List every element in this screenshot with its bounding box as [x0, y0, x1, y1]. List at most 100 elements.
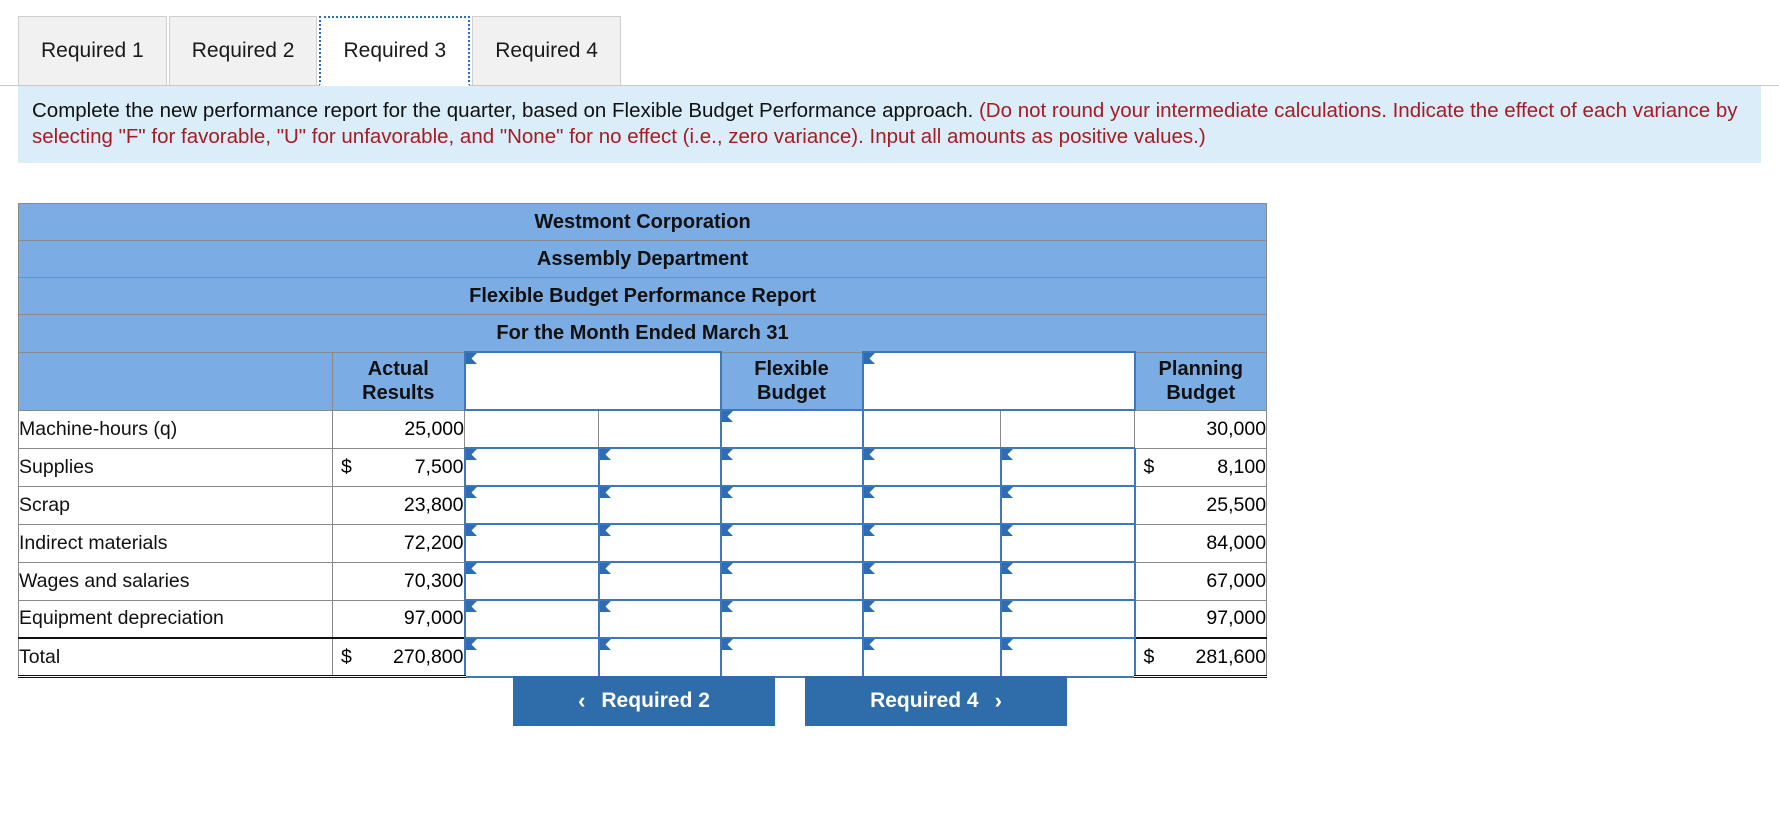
spending-variance-input[interactable] [861, 523, 1002, 563]
planning-budget-variance-input[interactable] [999, 485, 1136, 525]
flexible-budget-input[interactable] [719, 599, 864, 639]
dropdown-corner-icon [1001, 639, 1013, 650]
currency-symbol: $ [1143, 645, 1155, 668]
currency-symbol: $ [341, 455, 352, 478]
actual-results-value: 23,800 [332, 485, 465, 525]
actual-results-value: $270,800 [332, 637, 465, 678]
spending-variance-input[interactable] [861, 485, 1002, 525]
dropdown-corner-icon [599, 601, 611, 612]
dropdown-corner-icon [465, 353, 477, 364]
revenue-spending-input[interactable] [597, 485, 722, 525]
dropdown-corner-icon [465, 639, 477, 650]
value-text: 25,000 [404, 417, 464, 440]
dropdown-corner-icon [599, 563, 611, 574]
revenue-spending-input[interactable] [597, 599, 722, 639]
activity-variance-input[interactable] [463, 523, 600, 563]
planning-budget-variance-input[interactable] [999, 637, 1136, 678]
value-text: 97,000 [1206, 607, 1267, 630]
column-header-input-2[interactable] [861, 351, 1136, 411]
row-label: Equipment depreciation [18, 599, 333, 639]
dropdown-corner-icon [863, 639, 875, 650]
column-header-line2: Budget [757, 381, 826, 404]
activity-variance-input[interactable] [463, 637, 600, 678]
revenue-spending-input[interactable] [597, 447, 722, 487]
dropdown-corner-icon [863, 525, 875, 536]
activity-variance-input[interactable] [463, 561, 600, 601]
dropdown-corner-icon [721, 487, 733, 498]
value-text: 23,800 [403, 493, 464, 516]
spending-variance-input[interactable] [862, 409, 1001, 449]
planning-budget-value: 25,500 [1133, 485, 1268, 525]
column-header-actual-results: Actual Results [332, 351, 465, 411]
flexible-budget-input[interactable] [719, 637, 864, 678]
column-header-line1: Actual [367, 358, 429, 380]
report-period: For the Month Ended March 31 [17, 314, 1268, 353]
flexible-budget-performance-report: Westmont Corporation Assembly Department… [17, 203, 1268, 678]
dropdown-corner-icon [465, 449, 477, 460]
tab-required-4[interactable]: Required 4 [472, 16, 621, 86]
row-label: Machine-hours (q) [18, 409, 333, 449]
next-required-button[interactable]: Required 4 › [805, 676, 1067, 726]
planning-budget-variance-input[interactable] [999, 561, 1136, 601]
flexible-budget-input[interactable] [719, 561, 864, 601]
activity-variance-input[interactable] [464, 409, 599, 449]
dropdown-corner-icon [599, 449, 611, 460]
dropdown-corner-icon [599, 639, 611, 650]
previous-required-button[interactable]: ‹ Required 2 [513, 676, 775, 726]
planning-budget-variance-input[interactable] [1000, 409, 1135, 449]
currency-symbol: $ [341, 645, 352, 668]
value-text: 67,000 [1206, 569, 1267, 592]
column-header-blank [18, 351, 333, 411]
dropdown-corner-icon [465, 487, 477, 498]
flexible-budget-input[interactable] [719, 523, 864, 563]
flexible-budget-input[interactable] [719, 409, 864, 449]
column-header-planning-budget: Planning Budget [1133, 351, 1268, 411]
dropdown-corner-icon [465, 525, 477, 536]
tab-label: Required 4 [495, 39, 598, 62]
column-header-line1: Planning [1158, 358, 1243, 380]
activity-variance-input[interactable] [463, 447, 600, 487]
tab-required-3[interactable]: Required 3 [319, 16, 471, 86]
activity-variance-input[interactable] [463, 485, 600, 525]
report-title-row: For the Month Ended March 31 [17, 314, 1268, 353]
chevron-right-icon: › [994, 688, 1002, 713]
dropdown-corner-icon [863, 487, 875, 498]
report-type-name: Flexible Budget Performance Report [17, 277, 1268, 315]
next-required-label: Required 4 [870, 689, 979, 712]
planning-budget-variance-input[interactable] [999, 523, 1136, 563]
report-title-row: Assembly Department [17, 240, 1268, 278]
activity-variance-input[interactable] [463, 599, 600, 639]
tab-label: Required 1 [41, 39, 144, 62]
spending-variance-input[interactable] [861, 447, 1002, 487]
tab-required-2[interactable]: Required 2 [168, 16, 318, 86]
flexible-budget-input[interactable] [719, 485, 864, 525]
flexible-budget-input[interactable] [719, 447, 864, 487]
revenue-spending-input[interactable] [598, 409, 721, 449]
planning-budget-value: 30,000 [1133, 409, 1268, 449]
dropdown-corner-icon [721, 639, 733, 650]
spending-variance-input[interactable] [861, 637, 1002, 678]
dropdown-corner-icon [1001, 449, 1013, 460]
row-label: Scrap [18, 485, 333, 525]
spending-variance-input[interactable] [861, 599, 1002, 639]
table-row: Indirect materials 72,200 84,000 [18, 523, 1268, 563]
planning-budget-variance-input[interactable] [999, 599, 1136, 639]
dropdown-corner-icon [599, 525, 611, 536]
spending-variance-input[interactable] [861, 561, 1002, 601]
revenue-spending-input[interactable] [597, 523, 722, 563]
column-header-line2: Budget [1166, 382, 1236, 404]
actual-results-value: 97,000 [332, 599, 465, 639]
planning-budget-variance-input[interactable] [999, 447, 1136, 487]
column-header-line2: Results [362, 382, 435, 404]
actual-results-value: 70,300 [332, 561, 465, 601]
revenue-spending-input[interactable] [597, 561, 722, 601]
chevron-left-icon: ‹ [578, 688, 586, 713]
dropdown-corner-icon [721, 525, 733, 536]
table-row: Scrap 23,800 25,500 [18, 485, 1268, 525]
dropdown-corner-icon [863, 601, 875, 612]
column-header-input-1[interactable] [463, 351, 722, 411]
tab-required-1[interactable]: Required 1 [18, 16, 167, 86]
value-text: 281,600 [1195, 645, 1267, 668]
row-label: Supplies [18, 447, 333, 487]
revenue-spending-input[interactable] [597, 637, 722, 678]
